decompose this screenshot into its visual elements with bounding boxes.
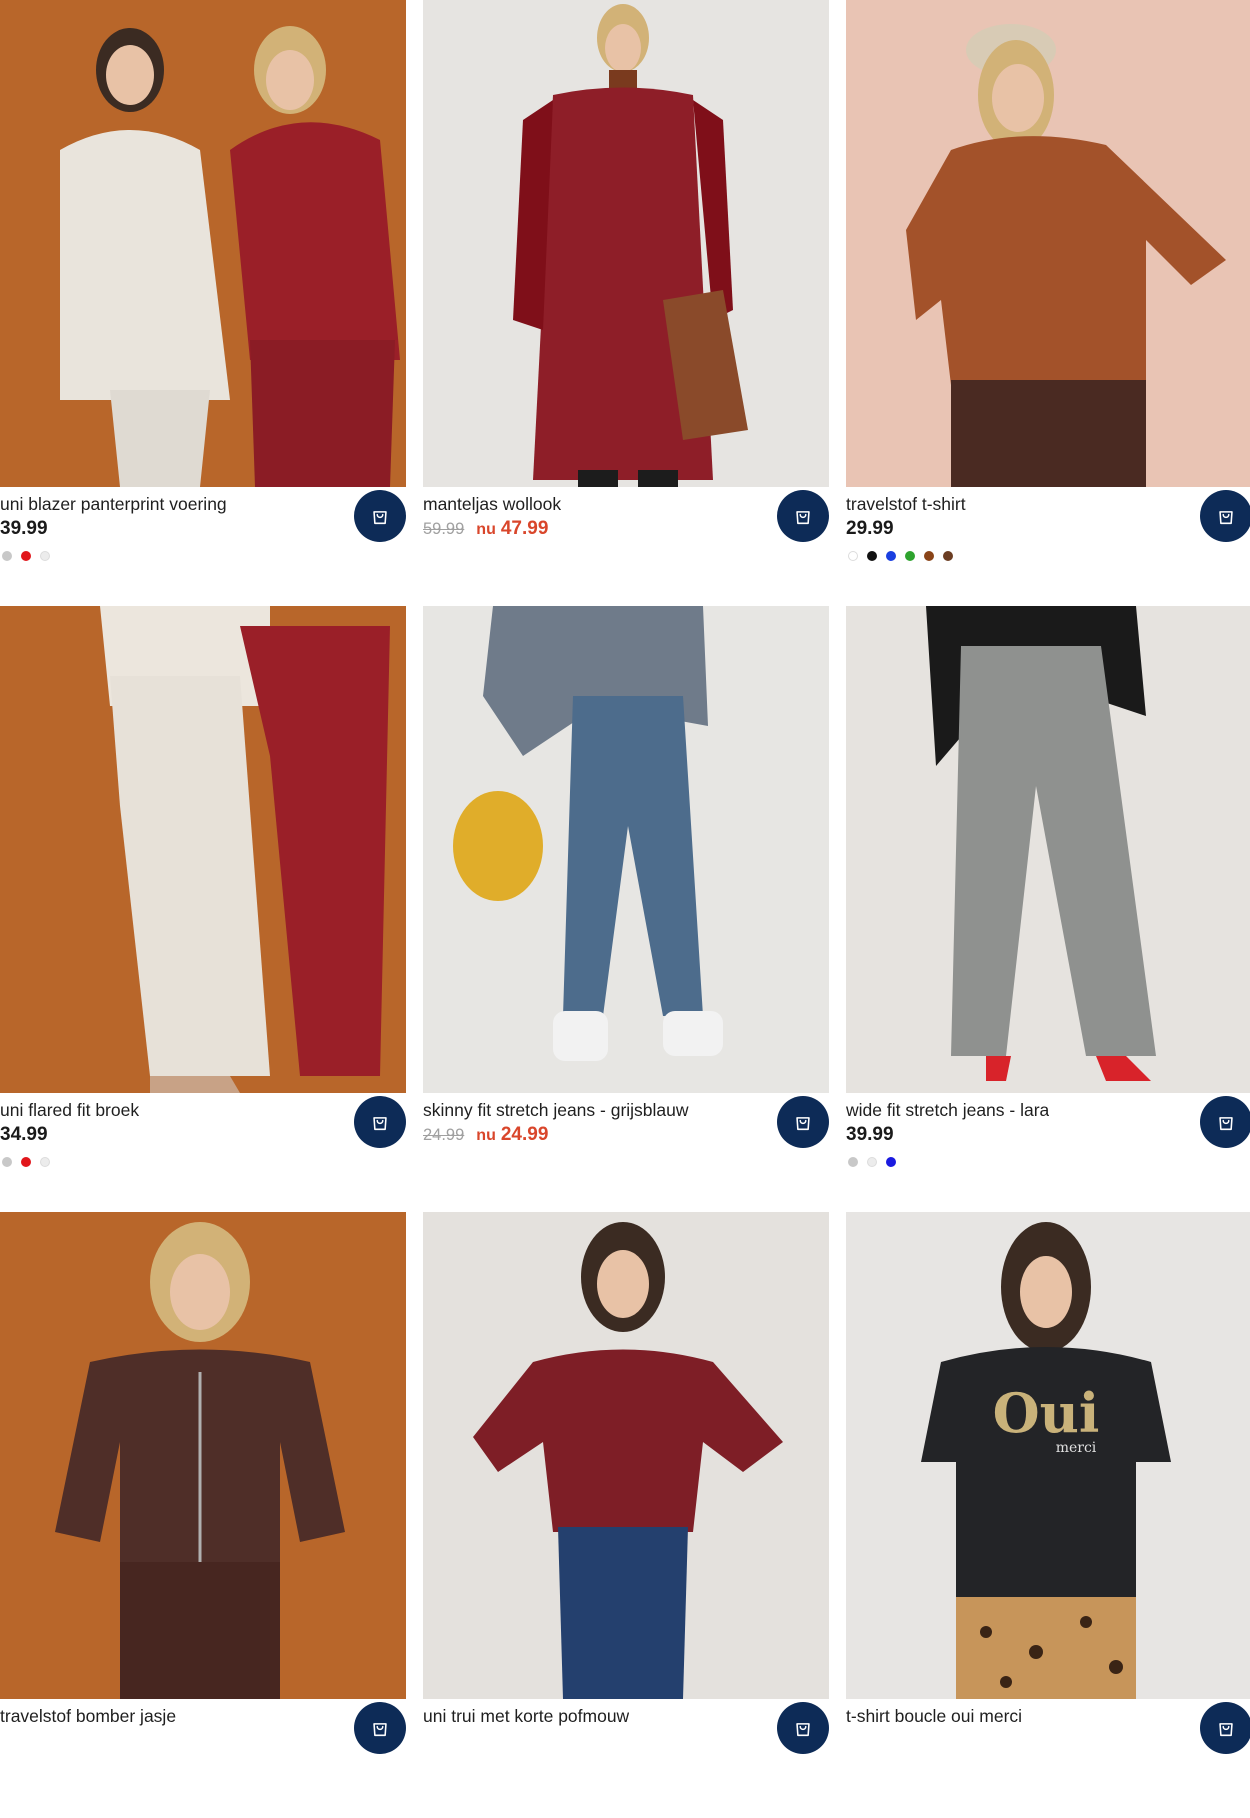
product-info: wide fit stretch jeans - lara 39.99 — [846, 1093, 1250, 1212]
shopping-bag-icon — [796, 1117, 810, 1131]
add-to-cart-button[interactable] — [354, 1096, 406, 1148]
wide-jeans-photo — [846, 606, 1250, 1093]
now-label: nu — [476, 521, 496, 538]
product-card[interactable]: uni flared fit broek 34.99 — [0, 606, 406, 1212]
woman-red-coat-photo — [423, 0, 829, 487]
product-card[interactable]: manteljas wollook 59.99 nu 47.99 — [423, 0, 829, 606]
wide-jeans-photo[interactable] — [846, 606, 1250, 1093]
flared-trousers-photo — [0, 606, 406, 1093]
add-to-cart-button[interactable] — [354, 1702, 406, 1754]
color-swatch[interactable] — [905, 551, 915, 561]
color-swatches — [2, 551, 50, 561]
product-card[interactable]: Oui merci t-shirt boucle oui merci — [846, 1212, 1250, 1818]
color-swatch[interactable] — [21, 551, 31, 561]
shopping-bag-icon — [1219, 1117, 1233, 1131]
color-swatches — [848, 1157, 896, 1167]
product-info: travelstof t-shirt 29.99 — [846, 487, 1250, 606]
color-swatch[interactable] — [40, 1157, 50, 1167]
color-swatch[interactable] — [848, 1157, 858, 1167]
color-swatch[interactable] — [886, 551, 896, 561]
woman-bomber-jacket-photo — [0, 1212, 406, 1699]
product-info: travelstof bomber jasje — [0, 1699, 406, 1818]
color-swatch[interactable] — [924, 551, 934, 561]
two-women-blazer-suits-photo — [0, 0, 406, 487]
add-to-cart-button[interactable] — [1200, 490, 1250, 542]
color-swatch[interactable] — [886, 1157, 896, 1167]
product-title[interactable]: uni blazer panterprint voering — [0, 493, 227, 515]
price-row: 34.99 — [0, 1124, 48, 1146]
product-card[interactable]: skinny fit stretch jeans - grijsblauw 24… — [423, 606, 829, 1212]
product-info: uni blazer panterprint voering 39.99 — [0, 487, 406, 606]
product-info: t-shirt boucle oui merci — [846, 1699, 1250, 1818]
price: 39.99 — [846, 1124, 894, 1145]
product-title[interactable]: travelstof t-shirt — [846, 493, 966, 515]
price: 34.99 — [0, 1124, 48, 1145]
price-row: 24.99 nu 24.99 — [423, 1124, 548, 1146]
color-swatch[interactable] — [867, 1157, 877, 1167]
shopping-bag-icon — [796, 511, 810, 525]
color-swatch[interactable] — [943, 551, 953, 561]
add-to-cart-button[interactable] — [1200, 1702, 1250, 1754]
product-title[interactable]: skinny fit stretch jeans - grijsblauw — [423, 1099, 689, 1121]
product-info: uni flared fit broek 34.99 — [0, 1093, 406, 1212]
flared-trousers-photo[interactable] — [0, 606, 406, 1093]
add-to-cart-button[interactable] — [1200, 1096, 1250, 1148]
color-swatch[interactable] — [2, 551, 12, 561]
color-swatch[interactable] — [867, 551, 877, 561]
skinny-jeans-photo[interactable] — [423, 606, 829, 1093]
add-to-cart-button[interactable] — [777, 1702, 829, 1754]
product-info: uni trui met korte pofmouw — [423, 1699, 829, 1818]
woman-red-coat-photo[interactable] — [423, 0, 829, 487]
sale-price: 24.99 — [500, 1124, 549, 1145]
product-grid: uni blazer panterprint voering 39.99 man… — [0, 0, 1250, 1818]
woman-brown-tshirt-photo — [846, 0, 1250, 487]
product-card[interactable]: travelstof bomber jasje — [0, 1212, 406, 1818]
skinny-jeans-photo — [423, 606, 829, 1093]
two-women-blazer-suits-photo[interactable] — [0, 0, 406, 487]
product-card[interactable]: uni trui met korte pofmouw — [423, 1212, 829, 1818]
color-swatch[interactable] — [40, 551, 50, 561]
color-swatches — [2, 1157, 50, 1167]
woman-black-tshirt-photo: Oui merci — [846, 1212, 1250, 1699]
color-swatch[interactable] — [21, 1157, 31, 1167]
print-text: Oui — [993, 1381, 1100, 1445]
shopping-bag-icon — [373, 511, 387, 525]
color-swatch[interactable] — [848, 551, 858, 561]
add-to-cart-button[interactable] — [777, 1096, 829, 1148]
now-label: nu — [476, 1127, 496, 1144]
woman-black-tshirt-photo[interactable]: Oui merci — [846, 1212, 1250, 1699]
product-card[interactable]: wide fit stretch jeans - lara 39.99 — [846, 606, 1250, 1212]
shopping-bag-icon — [1219, 1723, 1233, 1737]
price: 39.99 — [0, 518, 48, 539]
woman-brown-tshirt-photo[interactable] — [846, 0, 1250, 487]
product-card[interactable]: uni blazer panterprint voering 39.99 — [0, 0, 406, 606]
add-to-cart-button[interactable] — [777, 490, 829, 542]
print-subtext: merci — [1056, 1440, 1097, 1456]
product-title[interactable]: wide fit stretch jeans - lara — [846, 1099, 1049, 1121]
color-swatches — [848, 551, 953, 561]
shopping-bag-icon — [373, 1117, 387, 1131]
add-to-cart-button[interactable] — [354, 490, 406, 542]
product-title[interactable]: uni flared fit broek — [0, 1099, 139, 1121]
woman-puff-sleeve-sweater-photo[interactable] — [423, 1212, 829, 1699]
product-title[interactable]: manteljas wollook — [423, 493, 561, 515]
old-price: 24.99 — [423, 1126, 465, 1144]
price-row: 59.99 nu 47.99 — [423, 518, 548, 540]
price-row: 39.99 — [846, 1124, 894, 1146]
product-card[interactable]: travelstof t-shirt 29.99 — [846, 0, 1250, 606]
woman-puff-sleeve-sweater-photo — [423, 1212, 829, 1699]
sale-price: 47.99 — [500, 518, 549, 539]
price-row: 29.99 — [846, 518, 894, 540]
shopping-bag-icon — [373, 1723, 387, 1737]
product-info: skinny fit stretch jeans - grijsblauw 24… — [423, 1093, 829, 1212]
product-info: manteljas wollook 59.99 nu 47.99 — [423, 487, 829, 606]
woman-bomber-jacket-photo[interactable] — [0, 1212, 406, 1699]
price: 29.99 — [846, 518, 894, 539]
old-price: 59.99 — [423, 520, 465, 538]
shopping-bag-icon — [1219, 511, 1233, 525]
shopping-bag-icon — [796, 1723, 810, 1737]
price-row: 39.99 — [0, 518, 48, 540]
color-swatch[interactable] — [2, 1157, 12, 1167]
